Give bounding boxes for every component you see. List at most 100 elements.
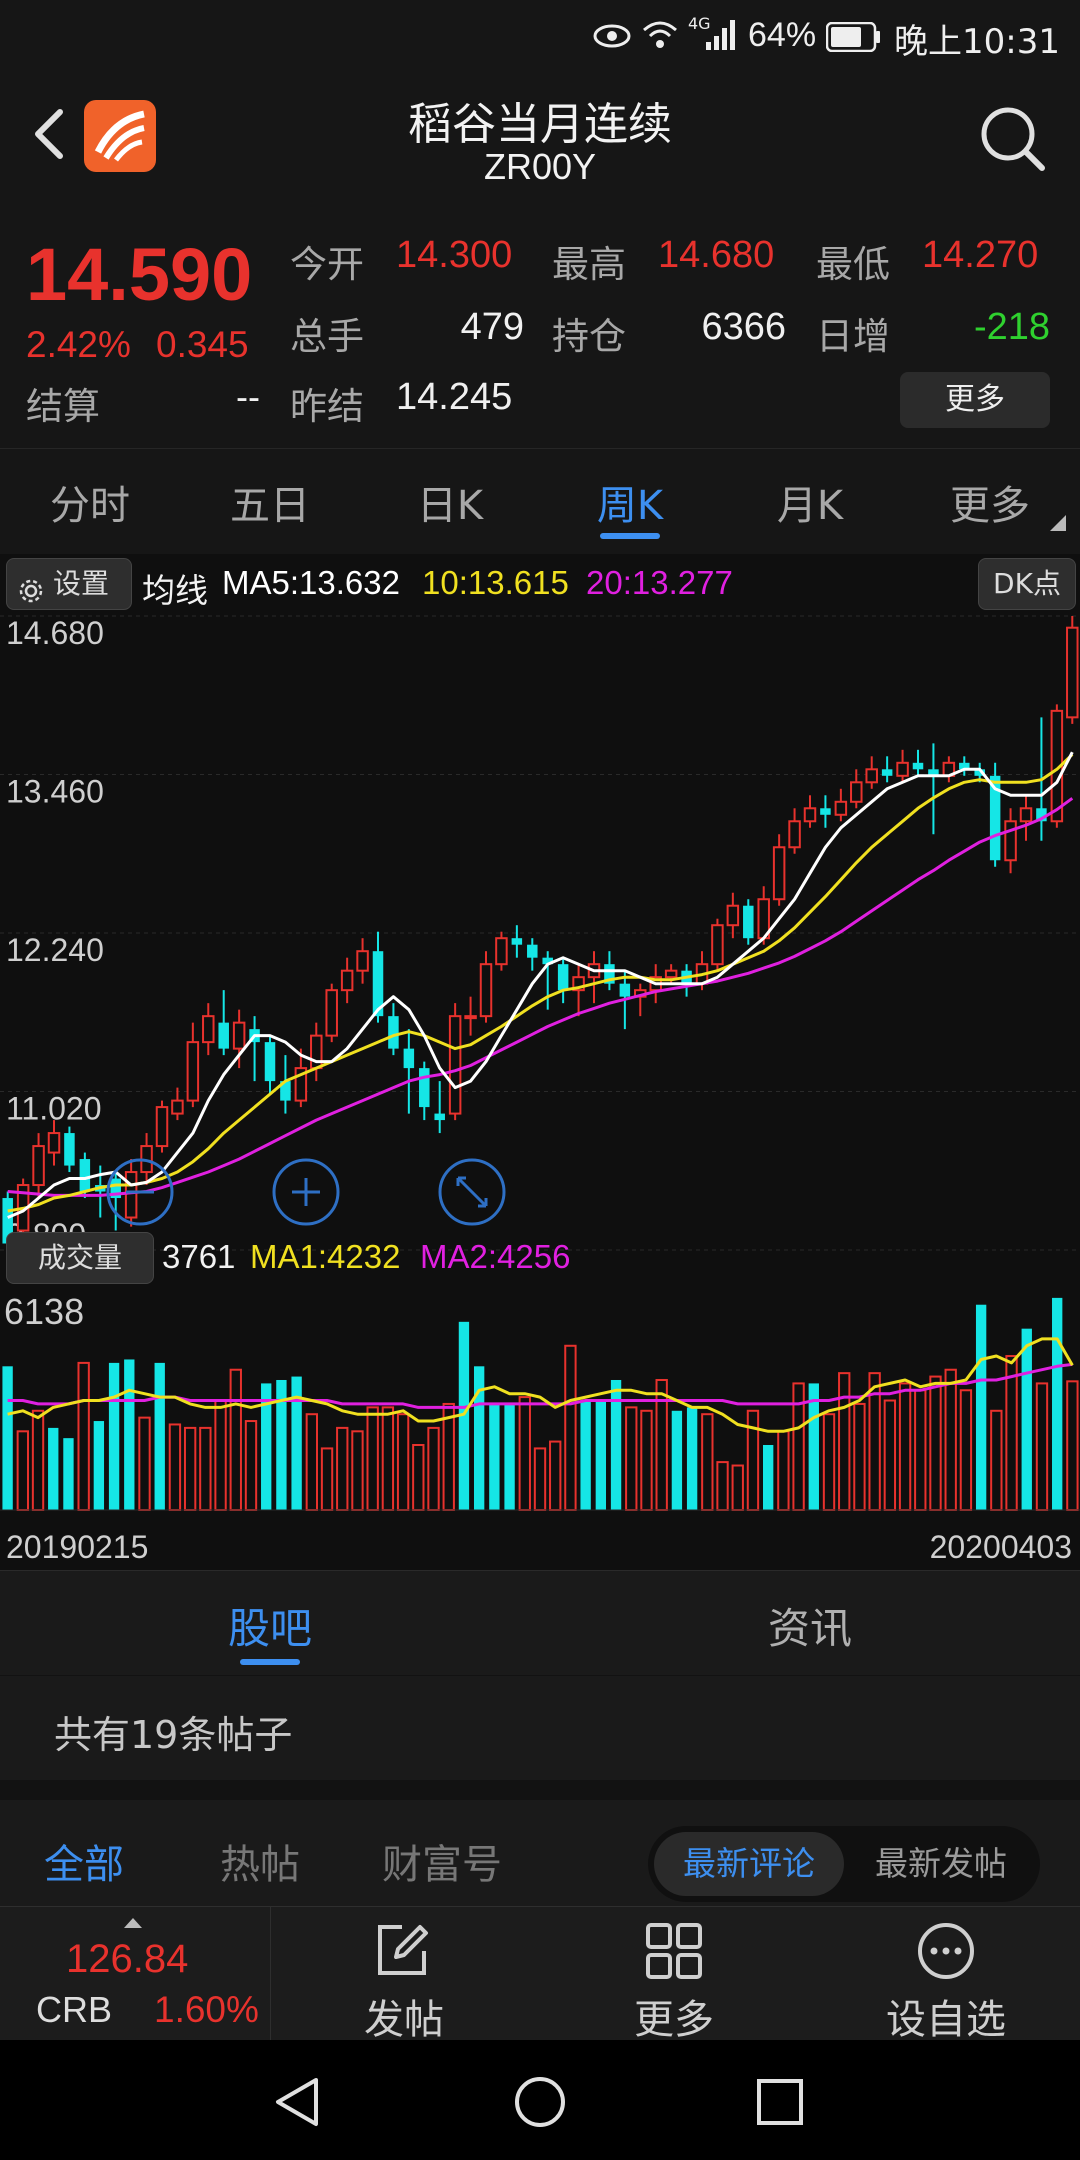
sort-latest-post[interactable]: 最新发帖 [848, 1832, 1034, 1896]
volume-bar [533, 1447, 547, 1512]
volume-bar [701, 1413, 714, 1511]
nav-recents-icon[interactable] [752, 2074, 808, 2134]
ma5-line [7, 751, 1074, 1219]
candle-body [171, 1099, 184, 1115]
tab-guba[interactable]: 股吧 [180, 1595, 360, 1656]
candle-body [511, 938, 523, 945]
sort-toggle: 最新评论 最新发帖 [648, 1826, 1040, 1902]
candle-body [356, 950, 369, 972]
index-ticker[interactable]: 126.84 CRB 1.60% [0, 1907, 271, 2041]
low-value: 14.270 [922, 234, 1039, 276]
volume-bar [48, 1427, 59, 1510]
x-end-label: 20200403 [930, 1529, 1072, 1565]
prev-settle-value: 14.245 [396, 376, 513, 418]
x-start-label: 20190215 [6, 1529, 148, 1565]
volume-bar [822, 1413, 836, 1511]
volume-bar [412, 1443, 425, 1512]
search-icon[interactable] [978, 104, 1048, 178]
volume-bar [1052, 1297, 1063, 1510]
period-tab-1[interactable]: 五日 [180, 473, 360, 531]
volume-bar [564, 1344, 577, 1511]
volume-bar [138, 1416, 151, 1511]
volume-bar [1035, 1382, 1049, 1511]
candle-body [47, 1132, 61, 1154]
volume-bar [1066, 1380, 1079, 1511]
zoom-in-icon[interactable] [272, 1158, 340, 1226]
candle-body [388, 1016, 399, 1049]
more-button[interactable]: 更多 [594, 1907, 754, 2043]
candle-body [1019, 807, 1033, 823]
candle-body [218, 1022, 229, 1049]
volume-bar [31, 1409, 45, 1511]
volume-bar [124, 1359, 135, 1510]
candle-body [726, 904, 740, 927]
candle-body [202, 1015, 215, 1044]
volume-bar [63, 1438, 74, 1510]
ma20-readout: 20:13.277 [586, 564, 733, 601]
volume-bar [229, 1368, 242, 1512]
period-tab-4[interactable]: 月K [720, 473, 900, 531]
candle-body [403, 1048, 415, 1069]
chart-settings-button[interactable]: 设置 [6, 558, 132, 610]
volume-ma1: MA1:4232 [250, 1238, 401, 1275]
volume-bar [16, 1430, 29, 1511]
signal-icon [704, 18, 740, 56]
tab-news[interactable]: 资讯 [720, 1595, 900, 1656]
y-tick-label: 13.460 [6, 774, 104, 810]
candle-body [79, 1159, 91, 1192]
filter-all[interactable]: 全部 [44, 1832, 124, 1890]
more-quote-button[interactable]: 更多 [900, 372, 1050, 428]
settle-label: 结算 [26, 385, 100, 428]
candle-body [896, 761, 909, 777]
ma5-readout: MA5:13.632 [222, 564, 400, 601]
volume-bar [2, 1366, 13, 1510]
dk-point-button[interactable]: DK点 [978, 558, 1076, 610]
volume-bar [959, 1389, 973, 1511]
wifi-icon [640, 16, 680, 56]
index-name: CRB [36, 1989, 113, 2030]
period-tab-2[interactable]: 日K [360, 473, 540, 531]
change-amount: 0.345 [156, 324, 249, 365]
volume-max-label: 6138 [4, 1291, 84, 1332]
volume-bar [214, 1399, 227, 1511]
battery-percent: 64% [748, 16, 817, 54]
candle-body [743, 905, 754, 939]
volume-bar [580, 1400, 591, 1510]
instrument-name: 稻谷当月连续 [408, 99, 672, 150]
volume-bar [381, 1406, 395, 1511]
volume-bar [883, 1399, 897, 1511]
filter-wealth[interactable]: 财富号 [382, 1832, 502, 1890]
volume-bar [199, 1426, 212, 1511]
low-label: 最低 [816, 243, 890, 286]
volume-bar [183, 1426, 197, 1511]
candle-body [419, 1068, 430, 1108]
volume-bar [549, 1440, 562, 1512]
candlestick-chart[interactable]: 14.68013.46012.24011.0209.800 [0, 610, 1080, 1280]
volume-bar [1021, 1328, 1032, 1510]
candle-body [124, 1171, 138, 1219]
prev-settle-label: 昨结 [290, 385, 364, 428]
expand-icon[interactable] [438, 1158, 506, 1226]
period-tab-3[interactable]: 周K [540, 473, 720, 531]
candle-body [850, 781, 863, 803]
period-tab-0[interactable]: 分时 [0, 473, 180, 531]
volume-bar [366, 1406, 379, 1511]
ma10-readout: 10:13.615 [422, 564, 569, 601]
add-watchlist-button[interactable]: 设自选 [862, 1907, 1030, 2043]
post-button[interactable]: 发帖 [324, 1907, 484, 2043]
nav-home-icon[interactable] [512, 2074, 568, 2134]
high-label: 最高 [552, 243, 626, 286]
watchlist-label: 设自选 [886, 1997, 1006, 2043]
volume-bar [731, 1464, 744, 1511]
posts-count: 共有19条帖子 [54, 1713, 293, 1757]
candle-body [557, 964, 569, 991]
volume-bar [518, 1396, 531, 1511]
nav-back-icon[interactable] [270, 2074, 326, 2134]
y-tick-label: 12.240 [6, 932, 104, 968]
volume-chart[interactable]: 6138 20190215 20200403 [0, 1290, 1080, 1570]
volume-indicator-button[interactable]: 成交量 [6, 1232, 154, 1284]
filter-hot[interactable]: 热帖 [220, 1832, 300, 1890]
candle-body [155, 1106, 169, 1148]
sort-latest-comment[interactable]: 最新评论 [654, 1832, 844, 1896]
volume-bar [625, 1406, 638, 1511]
